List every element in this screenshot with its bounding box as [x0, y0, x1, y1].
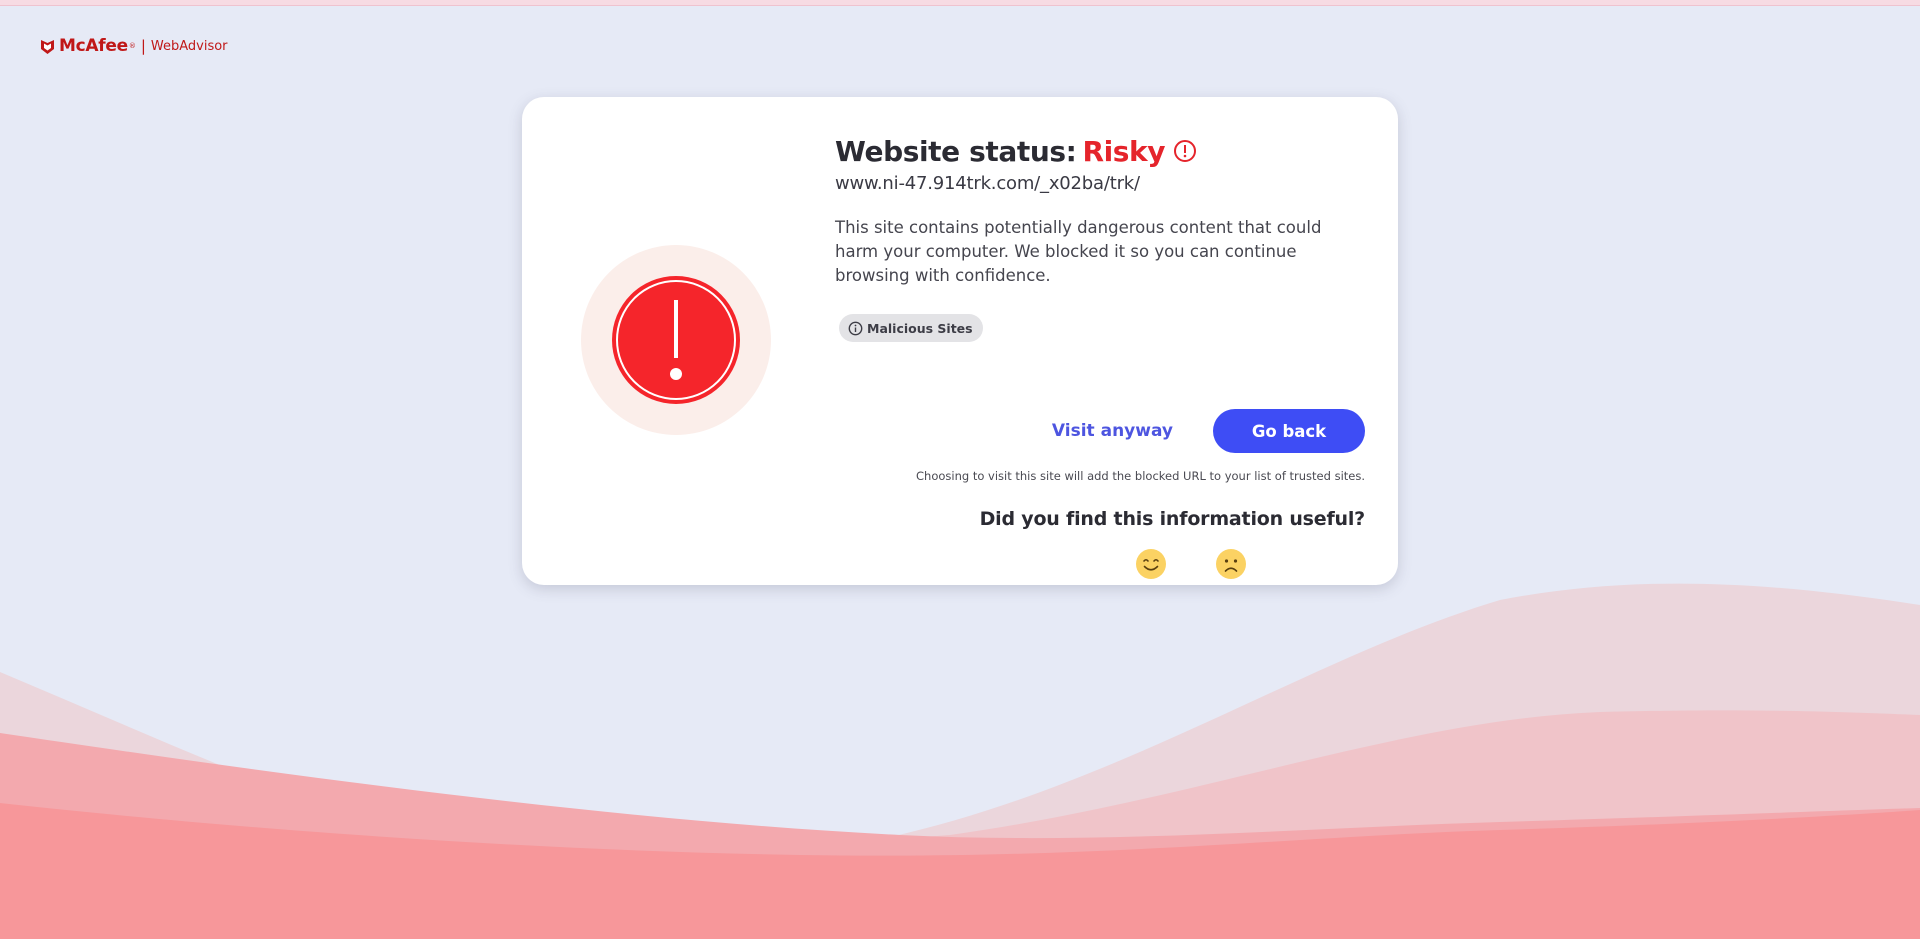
alert-disc	[614, 278, 738, 402]
trusted-sites-note: Choosing to visit this site will add the…	[916, 469, 1365, 483]
alert-illustration	[581, 245, 771, 435]
visit-anyway-link[interactable]: Visit anyway	[1052, 421, 1173, 441]
brand-name: McAfee	[59, 36, 128, 56]
exclamation-circle-icon	[1174, 140, 1197, 162]
blocked-url: www.ni-47.914trk.com/_x02ba/trk/	[835, 173, 1140, 194]
category-label: Malicious Sites	[867, 320, 973, 336]
smiling-face-icon[interactable]	[1135, 548, 1167, 580]
info-icon	[848, 321, 863, 335]
feedback-options	[1135, 548, 1265, 584]
action-row: Visit anyway Go back	[835, 409, 1365, 453]
go-back-button[interactable]: Go back	[1213, 409, 1365, 453]
warning-content: Website status: Risky www.ni-47.914trk.c…	[835, 133, 1365, 579]
feedback-question: Did you find this information useful?	[979, 508, 1366, 530]
mcafee-webadvisor-logo: McAfee ® | WebAdvisor	[39, 36, 228, 56]
category-badge: Malicious Sites	[839, 314, 983, 342]
warning-card: Website status: Risky www.ni-47.914trk.c…	[522, 97, 1398, 585]
frowning-face-icon[interactable]	[1215, 548, 1247, 580]
page-title: Website status: Risky	[835, 133, 1365, 169]
product-name: WebAdvisor	[150, 38, 228, 54]
trademark-symbol: ®	[128, 42, 136, 50]
mcafee-shield-icon	[41, 39, 54, 54]
warning-description: This site contains potentially dangerous…	[835, 218, 1322, 285]
status-label: Website status:	[835, 134, 1077, 168]
exclamation-icon	[616, 280, 736, 400]
logo-separator: |	[140, 37, 146, 55]
status-level: Risky	[1082, 134, 1166, 168]
